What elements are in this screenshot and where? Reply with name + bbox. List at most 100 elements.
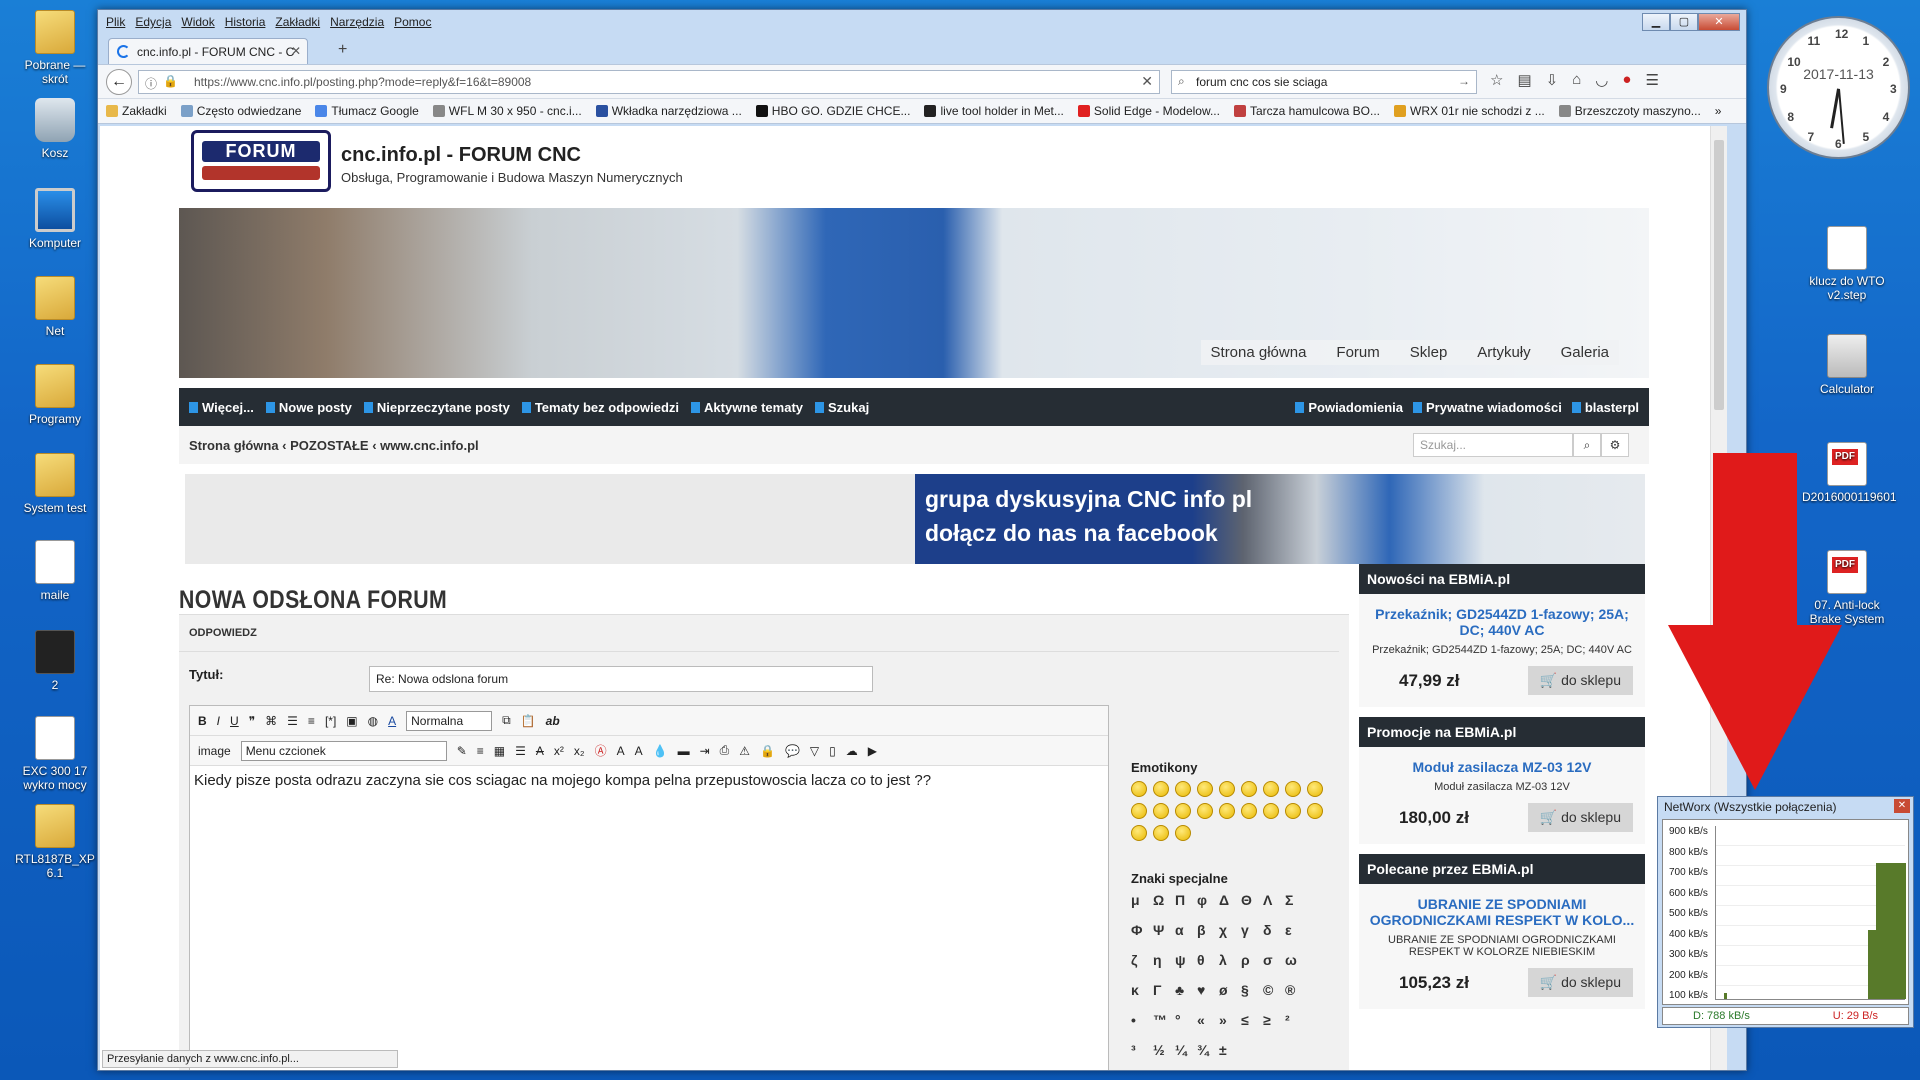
shield-tool-icon[interactable]: ▽ [810, 744, 819, 758]
code-icon[interactable]: ⌘ [265, 714, 277, 728]
stop-icon[interactable]: ✕ [1141, 73, 1153, 90]
special-char[interactable]: © [1263, 982, 1285, 998]
special-char[interactable]: Δ [1219, 892, 1241, 908]
special-char[interactable]: γ [1241, 922, 1263, 938]
emoticon-icon[interactable] [1197, 781, 1213, 797]
menu-item[interactable]: Historia [225, 15, 266, 29]
table-icon[interactable]: ▦ [494, 744, 505, 758]
desktop-icon[interactable]: System test [10, 453, 100, 515]
desktop-icon[interactable]: klucz do WTO v2.step [1802, 226, 1892, 302]
special-char[interactable]: ♣ [1175, 982, 1197, 998]
home-icon[interactable]: ⌂ [1572, 71, 1581, 89]
special-char[interactable]: ± [1219, 1042, 1241, 1058]
facebook-banner[interactable]: grupa dyskusyjna CNC info pl dołącz do n… [185, 474, 1645, 564]
networx-widget[interactable]: NetWorx (Wszystkie połączenia) ✕ 900 kB/… [1657, 796, 1914, 1028]
align-center-icon[interactable]: ≡ [477, 744, 484, 758]
navbar-item[interactable]: Nowe posty [265, 400, 352, 415]
site-logo[interactable]: FORUM [191, 130, 331, 192]
menu-item[interactable]: Narzędzia [330, 15, 384, 29]
align-justify-icon[interactable]: ☰ [515, 744, 526, 758]
print-icon[interactable]: ⎙ [720, 743, 730, 758]
close-button[interactable]: ✕ [1698, 13, 1740, 31]
emoticon-icon[interactable] [1241, 803, 1257, 819]
special-char[interactable]: μ [1131, 892, 1153, 908]
bullet-list-icon[interactable]: ☰ [287, 714, 298, 728]
special-char[interactable]: ¼ [1175, 1042, 1197, 1058]
emoticon-icon[interactable] [1285, 781, 1301, 797]
bookmark-item[interactable]: Tarcza hamulcowa BO... [1233, 104, 1380, 118]
breadcrumb-item[interactable]: POZOSTAŁE [290, 438, 368, 453]
hamburger-menu-icon[interactable]: ☰ [1645, 71, 1658, 89]
search-input[interactable]: ⌕ forum cnc cos sie sciaga → [1171, 70, 1477, 94]
emoticon-icon[interactable] [1285, 803, 1301, 819]
new-tab-icon[interactable]: + [338, 41, 347, 59]
special-char[interactable]: ≤ [1241, 1012, 1263, 1028]
special-char[interactable]: ψ [1175, 952, 1197, 968]
font-color-icon[interactable]: A [388, 714, 396, 728]
bookmark-item[interactable]: WRX 01r nie schodzi z ... [1394, 104, 1545, 118]
special-char[interactable]: ³ [1131, 1042, 1153, 1058]
special-char[interactable]: δ [1263, 922, 1285, 938]
paste-icon[interactable]: 📋 [521, 714, 536, 728]
soundcloud-icon[interactable]: ☁ [846, 744, 858, 758]
underline-button[interactable]: U [230, 714, 239, 728]
spellcheck-icon[interactable]: ab [546, 714, 560, 728]
emoticon-icon[interactable] [1197, 803, 1213, 819]
highlight-icon[interactable]: ✎ [457, 744, 467, 758]
menu-item[interactable]: Zakładki [275, 15, 320, 29]
product-title-link[interactable]: Przekaźnik; GD2544ZD 1-fazowy; 25A; DC; … [1359, 594, 1645, 640]
bookmark-item[interactable]: live tool holder in Met... [924, 104, 1064, 118]
emoticon-icon[interactable] [1219, 803, 1235, 819]
desktop-icon[interactable]: 2 [10, 630, 100, 692]
bookmarks-overflow-icon[interactable]: » [1715, 104, 1722, 118]
subscript-icon[interactable]: x₂ [574, 744, 585, 758]
search-button-icon[interactable]: ⌕ [1573, 433, 1601, 457]
special-char[interactable]: ® [1285, 982, 1307, 998]
to-shop-button[interactable]: 🛒 do sklepu [1527, 803, 1633, 832]
desktop-icon[interactable]: Kosz [10, 98, 100, 160]
emoticon-icon[interactable] [1153, 781, 1169, 797]
text-effect-icon[interactable]: A [617, 744, 625, 758]
special-char[interactable]: • [1131, 1012, 1153, 1028]
emoticon-icon[interactable] [1131, 781, 1147, 797]
font-family-select[interactable]: Menu czcionek [240, 740, 447, 761]
title-input[interactable]: Re: Nowa odslona forum [369, 666, 873, 692]
italic-button[interactable]: I [217, 714, 220, 728]
bookmark-item[interactable]: Brzeszczoty maszyno... [1558, 104, 1701, 118]
drop-icon[interactable]: 💧 [653, 744, 668, 758]
special-char[interactable]: ¾ [1197, 1042, 1219, 1058]
download-icon[interactable]: ⇩ [1546, 71, 1559, 89]
bookmark-star-icon[interactable]: ☆ [1490, 71, 1503, 89]
desktop-icon[interactable]: Pobrane — skrót [10, 10, 100, 86]
special-char[interactable]: ζ [1131, 952, 1153, 968]
tab-close-icon[interactable]: ✕ [291, 44, 301, 58]
desktop-icon[interactable]: Net [10, 276, 100, 338]
special-char[interactable]: θ [1197, 952, 1219, 968]
speech-icon[interactable]: 💬 [785, 744, 800, 758]
special-char[interactable]: Π [1175, 892, 1197, 908]
bookmark-item[interactable]: Wkładka narzędziowa ... [595, 104, 742, 118]
minimize-button[interactable]: ▁ [1642, 13, 1670, 31]
strikethrough-icon[interactable]: A [536, 744, 544, 758]
special-char[interactable]: κ [1131, 982, 1153, 998]
bold-button[interactable]: B [198, 714, 207, 728]
special-char[interactable]: σ [1263, 952, 1285, 968]
image-icon[interactable]: ▣ [346, 714, 357, 728]
menu-item[interactable]: Plik [106, 15, 125, 29]
bookmark-item[interactable]: Zakładki [106, 104, 167, 118]
navbar-item[interactable]: Tematy bez odpowiedzi [521, 400, 679, 415]
link-icon[interactable]: ◍ [368, 714, 378, 728]
emoticon-icon[interactable] [1241, 781, 1257, 797]
message-textarea[interactable]: Kiedy pisze posta odrazu zaczyna sie cos… [190, 766, 1108, 795]
special-char[interactable]: ½ [1153, 1042, 1175, 1058]
breadcrumb-item[interactable]: Strona główna [189, 438, 279, 453]
special-char[interactable]: » [1219, 1012, 1241, 1028]
special-char[interactable]: ² [1285, 1012, 1307, 1028]
special-char[interactable]: ρ [1241, 952, 1263, 968]
acrobat-icon[interactable]: Ⓐ [595, 742, 607, 759]
emoticon-icon[interactable] [1175, 825, 1191, 841]
back-arrow-icon[interactable]: ← [106, 69, 132, 95]
hero-nav-item[interactable]: Artykuły [1477, 344, 1530, 361]
emoticon-icon[interactable] [1175, 781, 1191, 797]
navbar-right-item[interactable]: Powiadomienia [1295, 400, 1403, 415]
